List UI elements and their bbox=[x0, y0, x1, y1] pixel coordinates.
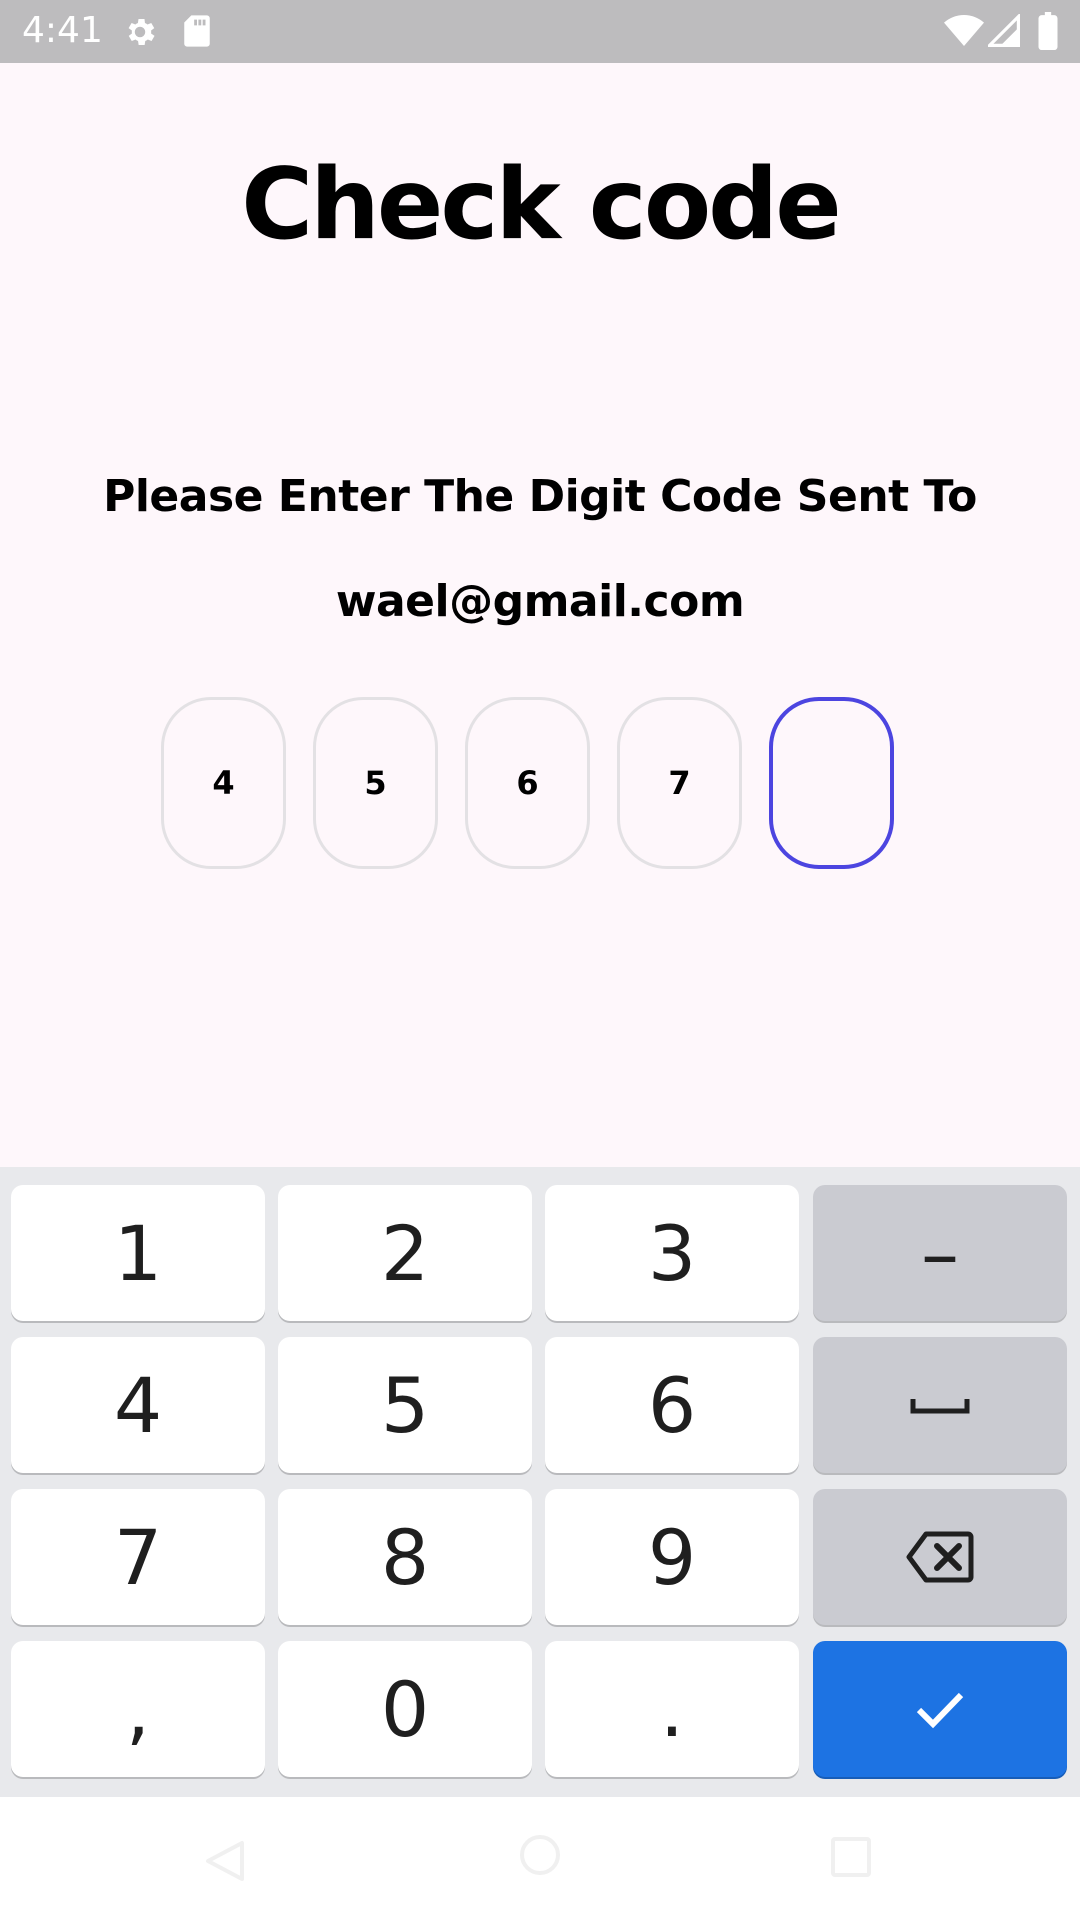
key-backspace[interactable] bbox=[813, 1489, 1067, 1625]
recents-icon[interactable] bbox=[829, 1835, 873, 1879]
key-0[interactable]: 0 bbox=[278, 1641, 532, 1777]
navigation-bar bbox=[0, 1797, 1080, 1920]
signal-icon bbox=[988, 14, 1020, 47]
otp-digit-3[interactable]: 6 bbox=[465, 697, 590, 869]
key-7[interactable]: 7 bbox=[11, 1489, 265, 1625]
key-9[interactable]: 9 bbox=[545, 1489, 799, 1625]
key-period[interactable]: . bbox=[545, 1641, 799, 1777]
email-text: wael@gmail.com bbox=[335, 576, 745, 627]
key-2[interactable]: 2 bbox=[278, 1185, 532, 1321]
otp-digit-5[interactable] bbox=[769, 697, 894, 869]
numeric-keyboard: 1 2 3 – 4 5 6 7 8 9 , 0 . bbox=[0, 1167, 1080, 1797]
backspace-icon bbox=[906, 1531, 974, 1583]
key-comma[interactable]: , bbox=[11, 1641, 265, 1777]
key-dash[interactable]: – bbox=[813, 1185, 1067, 1321]
sd-card-icon bbox=[184, 15, 210, 47]
key-1[interactable]: 1 bbox=[11, 1185, 265, 1321]
checkmark-icon bbox=[916, 1692, 964, 1729]
otp-digit-1[interactable]: 4 bbox=[161, 697, 286, 869]
status-time: 4:41 bbox=[22, 10, 103, 51]
key-enter[interactable] bbox=[813, 1641, 1067, 1777]
key-space[interactable] bbox=[813, 1337, 1067, 1473]
home-icon[interactable] bbox=[518, 1833, 562, 1877]
wifi-icon bbox=[944, 15, 984, 46]
otp-digit-2[interactable]: 5 bbox=[313, 697, 438, 869]
key-5[interactable]: 5 bbox=[278, 1337, 532, 1473]
key-6[interactable]: 6 bbox=[545, 1337, 799, 1473]
instruction-text: Please Enter The Digit Code Sent To bbox=[103, 471, 977, 522]
settings-icon bbox=[128, 18, 155, 46]
back-icon[interactable] bbox=[202, 1839, 248, 1883]
otp-digit-4[interactable]: 7 bbox=[617, 697, 742, 869]
status-bar: 4:41 bbox=[0, 0, 1080, 63]
key-4[interactable]: 4 bbox=[11, 1337, 265, 1473]
key-3[interactable]: 3 bbox=[545, 1185, 799, 1321]
battery-icon bbox=[1038, 12, 1058, 50]
space-icon bbox=[910, 1399, 970, 1414]
key-8[interactable]: 8 bbox=[278, 1489, 532, 1625]
page-title: Check code bbox=[241, 148, 842, 262]
